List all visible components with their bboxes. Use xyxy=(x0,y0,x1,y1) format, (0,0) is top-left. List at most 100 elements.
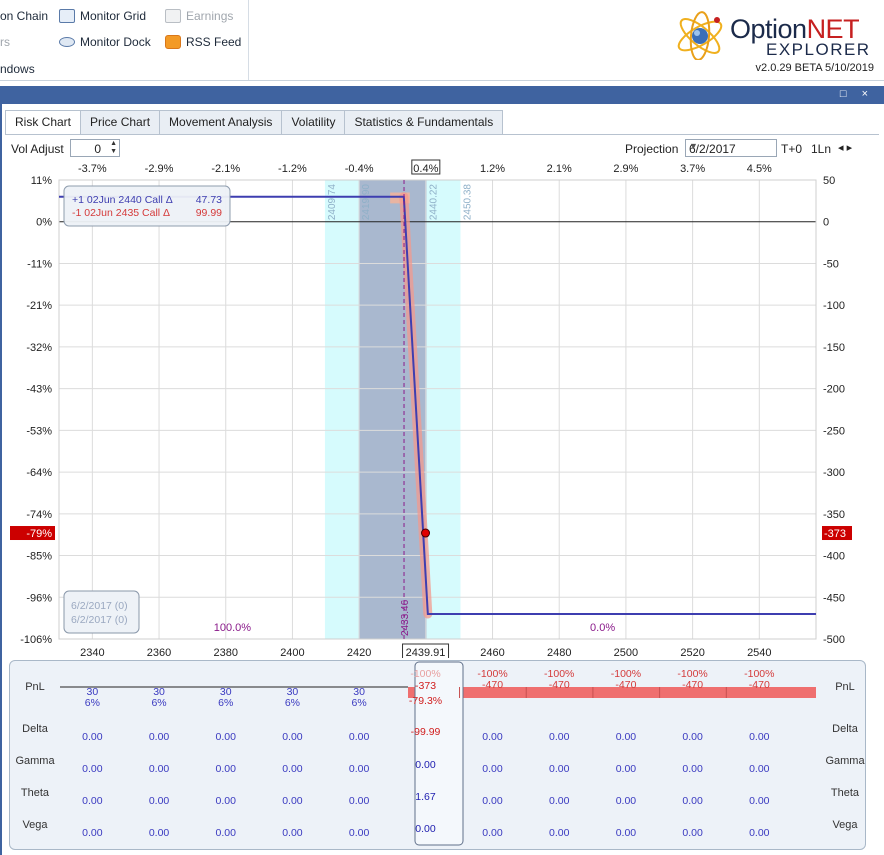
grid-row-label-left: Gamma xyxy=(15,755,55,767)
top-tick-label: 3.7% xyxy=(680,163,705,175)
right-axis: 50 0 -50 -100 -150 -200 -250 -300 -350 -400 -450 -5… xyxy=(822,175,852,646)
logo-subtitle: EXPLORER xyxy=(766,40,871,59)
projection-date-picker[interactable]: 6/2/2017 ▼ xyxy=(685,139,777,157)
right-tick-label: -400 xyxy=(823,551,845,563)
left-tick-label: -43% xyxy=(26,384,52,396)
band-boundary-label: 2419.90 xyxy=(361,184,372,221)
grid-delta-cell: 0.00 xyxy=(349,731,370,743)
tab-movement-analysis[interactable]: Movement Analysis xyxy=(159,110,283,134)
grid-current-gamma: 0.00 xyxy=(415,759,436,771)
band-boundary-label: 2409.74 xyxy=(327,184,338,221)
price-tick-label: 2400 xyxy=(280,647,304,658)
grid-current-ghost-pct: -100% xyxy=(410,668,440,680)
grid-vega-cell: 0.00 xyxy=(549,827,570,839)
line-count-label[interactable]: 1Ln xyxy=(811,142,831,156)
grid-current-delta: -99.99 xyxy=(411,726,441,738)
vol-adjust-stepper[interactable]: 0 ▲ ▼ xyxy=(70,139,120,157)
grid-pnl-cell: -470 xyxy=(615,679,636,691)
earnings-button[interactable]: Earnings xyxy=(165,9,233,23)
grid-pnl-cell: -470 xyxy=(482,679,503,691)
nav-arrows-icon[interactable]: ◂ ▸ xyxy=(838,141,852,154)
chevron-down-icon: ▼ xyxy=(689,141,698,151)
ribbon-group-label: ndows xyxy=(0,62,35,76)
grid-gamma-cell: 0.00 xyxy=(549,763,570,775)
grid-gamma-cell: 0.00 xyxy=(482,763,503,775)
grid-theta-cell: 0.00 xyxy=(82,795,103,807)
grid-current-pnl: -373 xyxy=(415,680,436,692)
atom-icon xyxy=(677,11,723,60)
option-chain-button[interactable]: on Chain xyxy=(0,9,48,23)
tab-risk-chart[interactable]: Risk Chart xyxy=(5,110,82,135)
grid-pct-cell: 6% xyxy=(285,697,300,709)
right-tick-label: -250 xyxy=(823,425,845,437)
stepper-arrows-icon[interactable]: ▲ ▼ xyxy=(110,140,117,156)
grid-vega-cell: 0.00 xyxy=(149,827,170,839)
chart-legend: +1 02Jun 2440 Call Δ 47.73 -1 02Jun 2435 C… xyxy=(63,185,231,634)
right-tick-label: -100 xyxy=(823,300,845,312)
band-boundary-label: 2450.38 xyxy=(462,184,473,221)
tab-volatility[interactable]: Volatility xyxy=(281,110,346,134)
grid-gamma-cell: 0.00 xyxy=(616,763,637,775)
grid-theta-cell: 0.00 xyxy=(616,795,637,807)
grid-theta-cell: 0.00 xyxy=(549,795,570,807)
app-logo: OptionNET EXPLORER v2.0.29 BETA 5/10/201… xyxy=(674,4,874,76)
left-tick-label: -32% xyxy=(26,342,52,354)
grid-vega-cell: 0.00 xyxy=(682,827,703,839)
grid-theta-cell: 0.00 xyxy=(282,795,303,807)
risk-chart[interactable]: -3.7% -2.9% -2.1% -1.2% -0.4% 0.4% 1.2% 2.1% 2.9… xyxy=(0,158,884,658)
right-tick-label: -200 xyxy=(823,384,845,396)
price-highlight-label: 2439.91 xyxy=(406,647,446,658)
monitor-dock-button[interactable]: Monitor Dock xyxy=(59,35,151,49)
tab-price-chart[interactable]: Price Chart xyxy=(80,110,161,134)
eye-icon xyxy=(59,37,75,47)
grid-theta-cell: 0.00 xyxy=(749,795,770,807)
expiry-date-entry: 6/2/2017 (0) xyxy=(71,600,128,612)
legend-box xyxy=(63,185,231,227)
grid-pct-cell: 6% xyxy=(352,697,367,709)
grid-pnl-cell: -470 xyxy=(682,679,703,691)
t-plus-label[interactable]: T+0 xyxy=(781,142,802,156)
tab-divider xyxy=(5,134,879,135)
top-tick-label: 0.4% xyxy=(413,163,438,175)
grid-row-label-left: Delta xyxy=(22,723,49,735)
grid-delta-cell: 0.00 xyxy=(616,731,637,743)
right-tick-label: -300 xyxy=(823,467,845,479)
grid-gamma-cell: 0.00 xyxy=(349,763,370,775)
probability-label: 100.0% xyxy=(214,622,252,634)
grid-delta-cell: 0.00 xyxy=(482,731,503,743)
grid-vega-cell: 0.00 xyxy=(82,827,103,839)
grid-current-vega: 0.00 xyxy=(415,823,436,835)
left-tick-label: -64% xyxy=(26,467,52,479)
grid-current-theta: 1.67 xyxy=(415,791,436,803)
left-tick-label: -11% xyxy=(27,258,52,270)
right-current-marker-label: -373 xyxy=(824,528,846,540)
projection-label: Projection xyxy=(625,142,679,156)
grid-delta-cell: 0.00 xyxy=(749,731,770,743)
rss-feed-button[interactable]: RSS Feed xyxy=(165,35,241,49)
top-tick-label: -1.2% xyxy=(278,163,307,175)
price-axis: 2340236023802400242024402460248025002520… xyxy=(80,643,772,658)
grid-pct-cell: 6% xyxy=(85,697,100,709)
grid-gamma-cell: 0.00 xyxy=(749,763,770,775)
right-tick-label: 0 xyxy=(823,217,829,229)
grid-gamma-cell: 0.00 xyxy=(682,763,703,775)
grid-vega-cell: 0.00 xyxy=(282,827,303,839)
left-tick-label: -106% xyxy=(20,634,52,646)
grid-gamma-cell: 0.00 xyxy=(149,763,170,775)
top-tick-label: -2.1% xyxy=(211,163,240,175)
rss-icon xyxy=(165,35,181,49)
grid-pct-cell: 6% xyxy=(218,697,233,709)
ribbon-item-partial[interactable]: rs xyxy=(0,35,10,49)
grid-row-label-right: Theta xyxy=(831,787,860,799)
grid-theta-cell: 0.00 xyxy=(349,795,370,807)
grid-vega-cell: 0.00 xyxy=(216,827,237,839)
top-tick-label: -2.9% xyxy=(145,163,174,175)
grid-row-label-left: PnL xyxy=(25,681,45,693)
right-tick-label: -50 xyxy=(823,258,839,270)
top-tick-label: -3.7% xyxy=(78,163,107,175)
left-tick-label: -85% xyxy=(26,551,52,563)
panel-window-buttons[interactable]: □ × xyxy=(840,88,874,100)
tab-statistics-fundamentals[interactable]: Statistics & Fundamentals xyxy=(344,110,504,134)
earnings-icon xyxy=(165,9,181,23)
monitor-grid-button[interactable]: Monitor Grid xyxy=(59,9,146,23)
